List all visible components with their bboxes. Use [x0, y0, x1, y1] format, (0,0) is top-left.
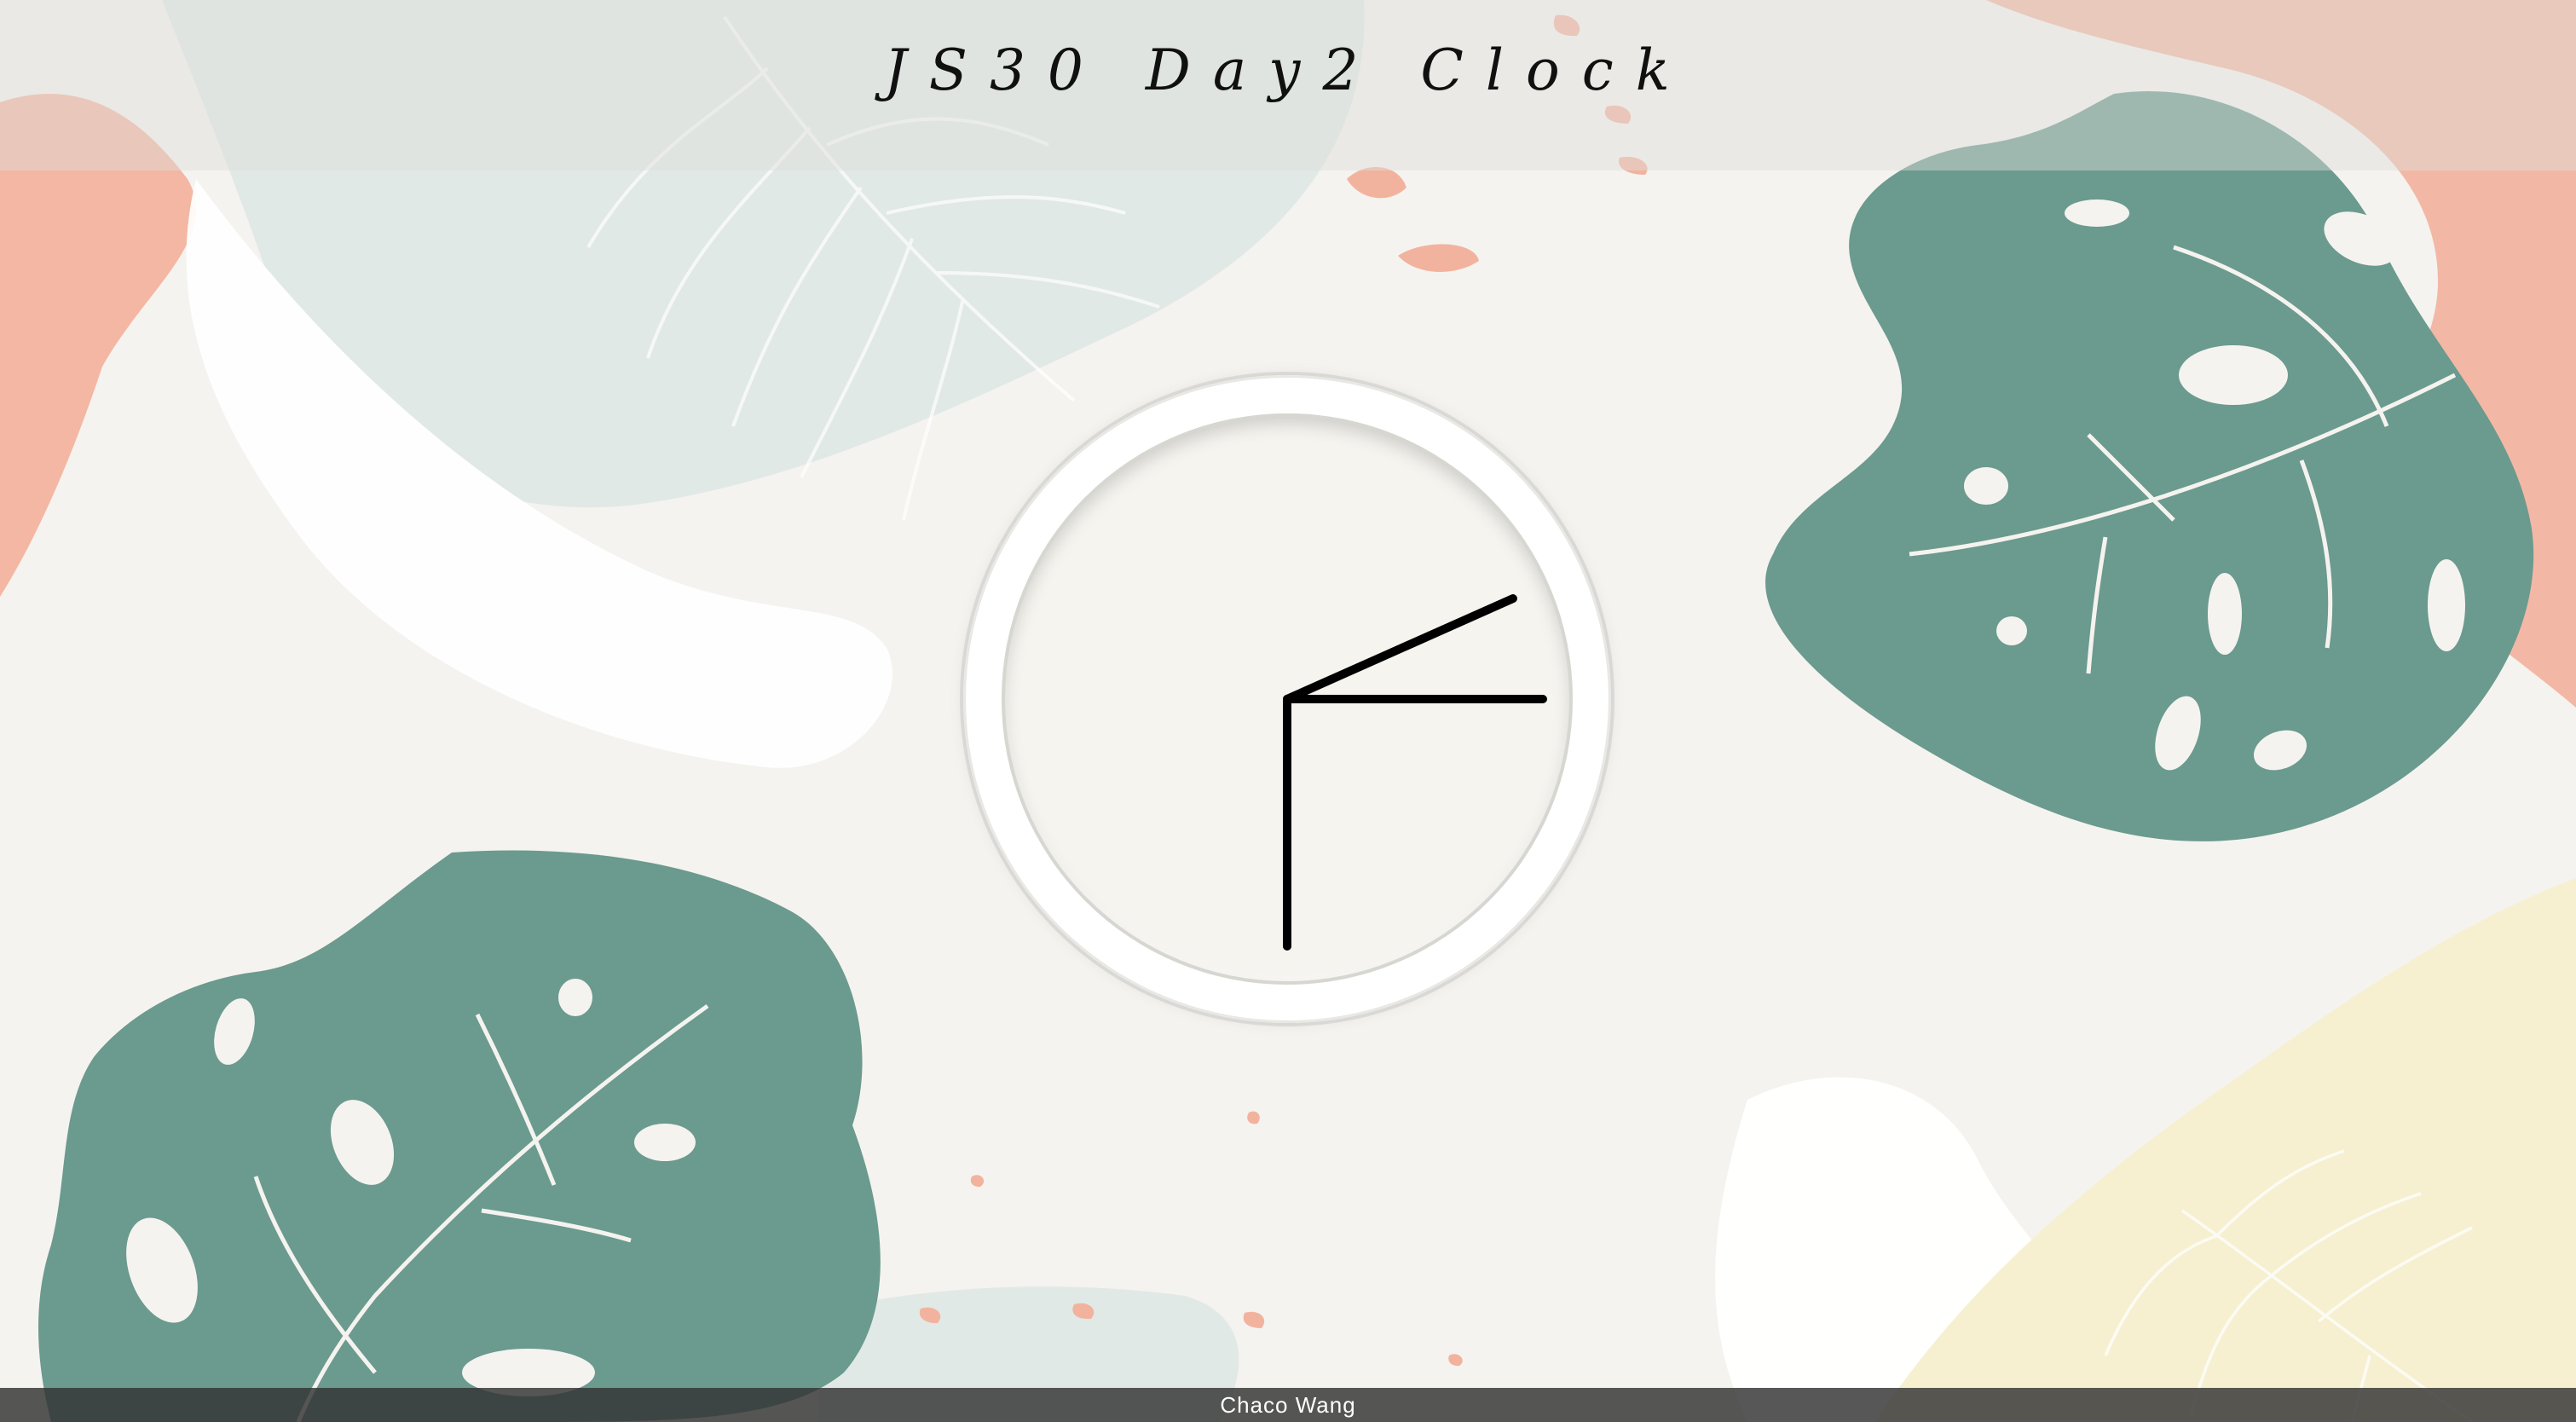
- hour-hand: [1283, 594, 1517, 703]
- clock-hands-layer: [1283, 594, 1547, 951]
- footer: Chaco Wang: [0, 1388, 2576, 1422]
- page-title: JS30 Day2 Clock: [884, 38, 1692, 103]
- author-name: Chaco Wang: [1220, 1392, 1356, 1418]
- clock: [963, 375, 1611, 1023]
- page-header: JS30 Day2 Clock: [0, 0, 2576, 171]
